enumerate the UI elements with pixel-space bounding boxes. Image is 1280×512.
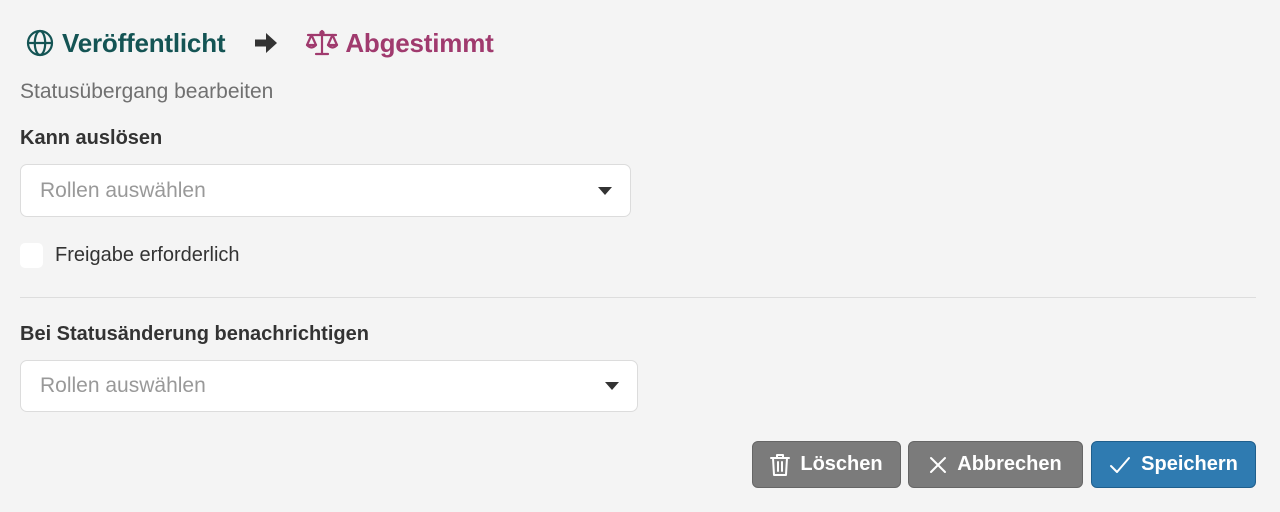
notify-roles-select[interactable]: Rollen auswählen (20, 360, 638, 412)
delete-button-label: Löschen (800, 453, 883, 475)
cancel-button[interactable]: Abbrechen (908, 441, 1083, 488)
balance-scale-icon (305, 29, 339, 57)
notify-roles-label: Bei Statusänderung benachrichtigen (20, 323, 369, 345)
transition-header: Veröffentlicht Abgestimmt (26, 26, 494, 60)
close-icon (929, 456, 947, 474)
from-status: Veröffentlicht (26, 27, 226, 59)
edit-status-transition-panel: Veröffentlicht Abgestimmt Statusübergang… (0, 0, 1280, 512)
check-icon (1109, 456, 1131, 474)
section-divider (20, 297, 1256, 298)
to-status: Abgestimmt (305, 27, 494, 59)
trigger-roles-placeholder: Rollen auswählen (40, 178, 206, 202)
approval-required-checkbox[interactable] (20, 243, 43, 268)
trash-icon (770, 453, 791, 477)
arrow-right-icon (255, 33, 278, 53)
from-status-label: Veröffentlicht (62, 27, 226, 58)
caret-down-icon (598, 186, 612, 195)
delete-button[interactable]: Löschen (752, 441, 901, 488)
notify-roles-placeholder: Rollen auswählen (40, 374, 206, 397)
trigger-roles-label: Kann auslösen (20, 127, 163, 149)
save-button[interactable]: Speichern (1091, 441, 1256, 488)
trigger-roles-select[interactable]: Rollen auswählen (20, 164, 631, 217)
save-button-label: Speichern (1141, 453, 1238, 475)
approval-required-row[interactable]: Freigabe erforderlich (20, 243, 240, 268)
cancel-button-label: Abbrechen (957, 453, 1062, 475)
caret-down-icon (605, 382, 619, 390)
to-status-label: Abgestimmt (345, 27, 494, 58)
globe-icon (26, 29, 54, 57)
page-subtitle: Statusübergang bearbeiten (20, 80, 274, 103)
approval-required-label: Freigabe erforderlich (55, 244, 240, 266)
